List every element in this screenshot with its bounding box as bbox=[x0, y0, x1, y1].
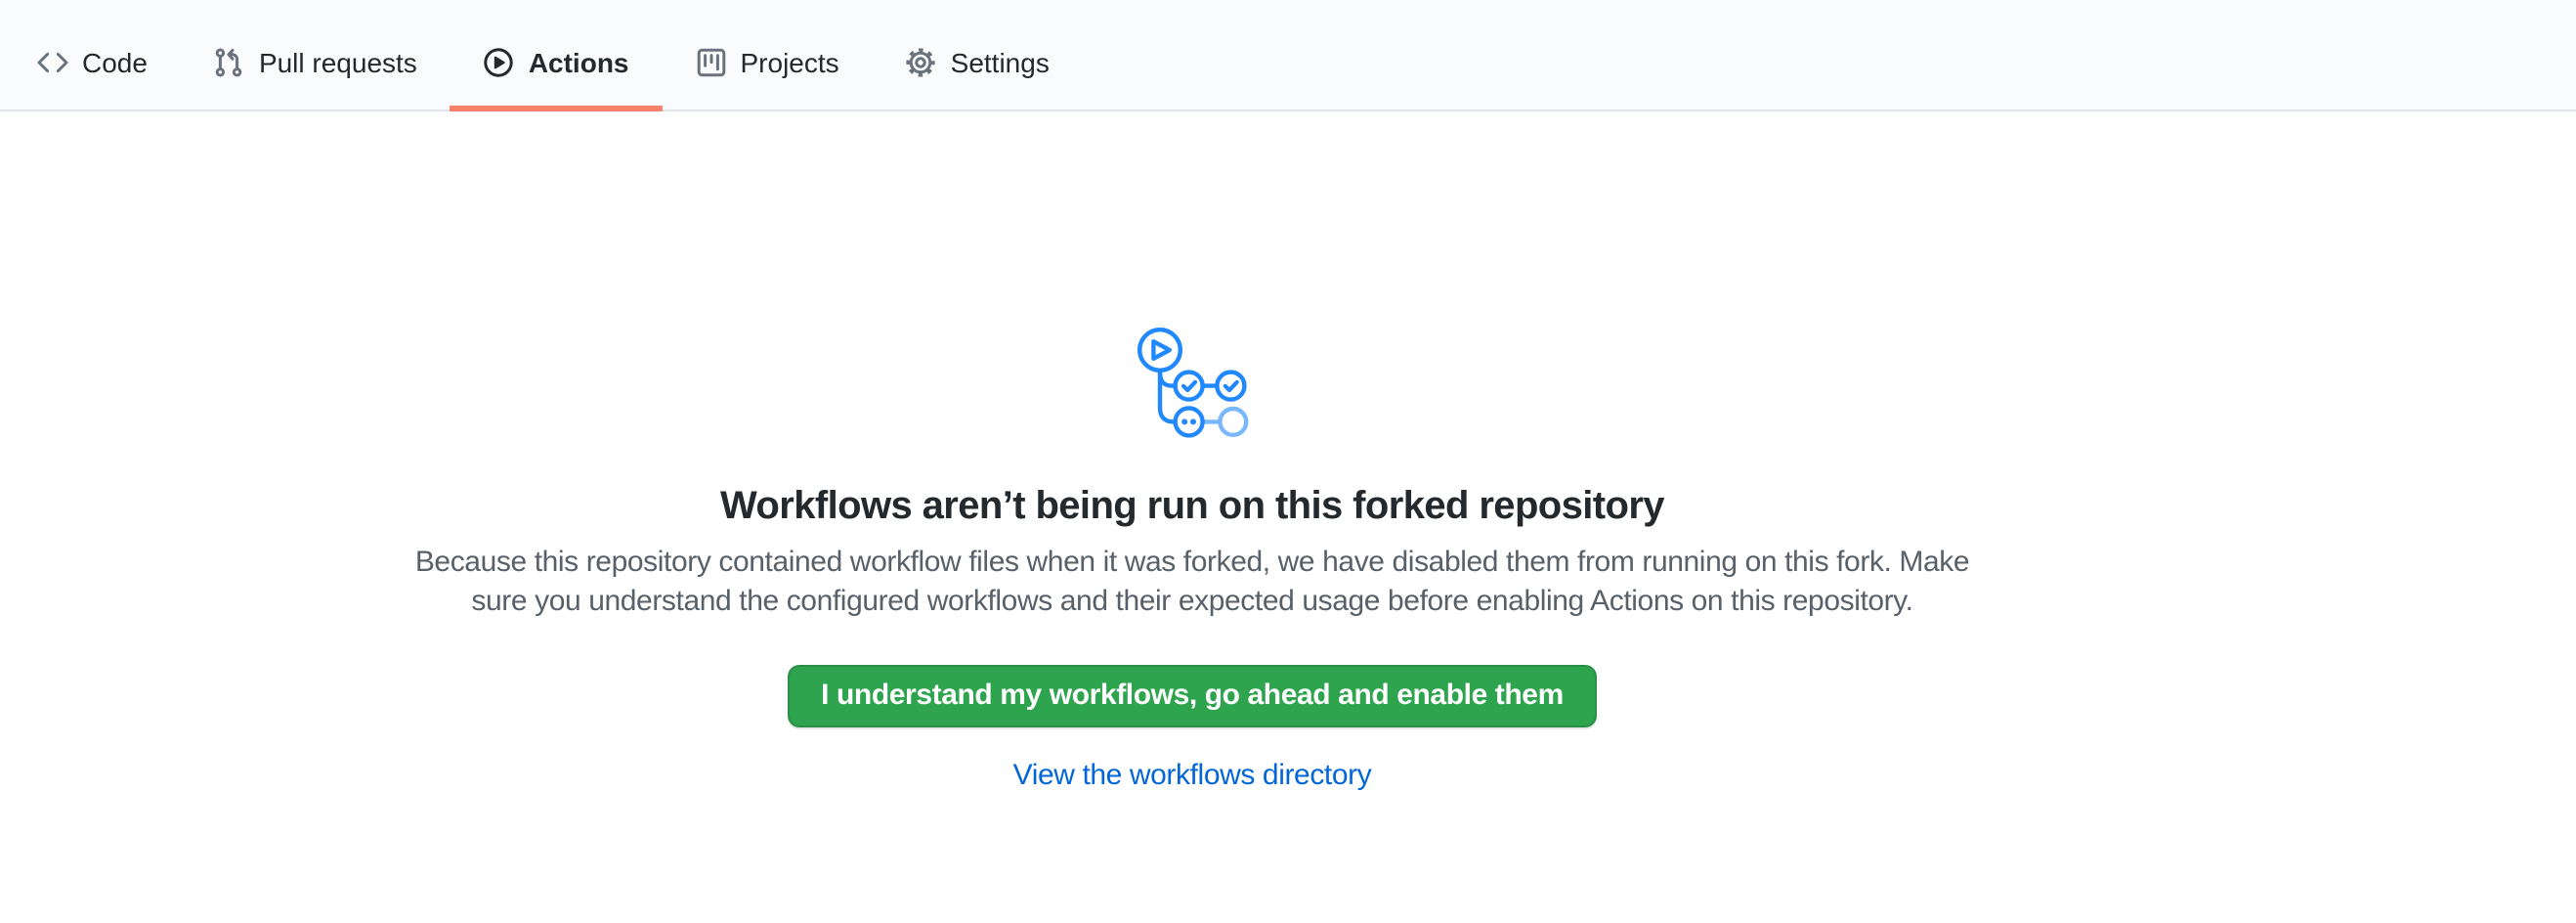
workflows-directory-link[interactable]: View the workflows directory bbox=[1013, 759, 1372, 792]
tab-label: Projects bbox=[741, 42, 839, 81]
page-title: Workflows aren’t being run on this forke… bbox=[0, 477, 2384, 536]
tab-code[interactable]: Code bbox=[4, 14, 181, 110]
tab-label: Code bbox=[82, 42, 148, 81]
code-icon bbox=[37, 46, 68, 77]
project-board-icon bbox=[696, 46, 727, 77]
tab-label: Actions bbox=[529, 42, 629, 81]
enable-workflows-button[interactable]: I understand my workflows, go ahead and … bbox=[788, 665, 1597, 727]
play-circle-icon bbox=[484, 46, 515, 77]
git-pull-request-icon bbox=[214, 46, 245, 77]
tab-projects[interactable]: Projects bbox=[663, 14, 873, 110]
workflow-graph-icon bbox=[1136, 327, 1249, 440]
actions-disabled-blankslate: Workflows aren’t being run on this forke… bbox=[0, 111, 2384, 796]
description-line-1: Because this repository contained workfl… bbox=[415, 546, 1969, 579]
github-actions-page: Code Pull requests Actions Projects Settings… bbox=[0, 0, 2576, 923]
tab-label: Settings bbox=[951, 42, 1050, 81]
tab-pull-requests[interactable]: Pull requests bbox=[181, 14, 451, 110]
description-line-2: sure you understand the configured workf… bbox=[471, 585, 1912, 618]
tab-settings[interactable]: Settings bbox=[873, 14, 1083, 110]
tab-label: Pull requests bbox=[259, 42, 417, 81]
link-row: View the workflows directory bbox=[0, 757, 2384, 796]
gear-icon bbox=[906, 46, 937, 77]
blankslate-description: Because this repository contained workfl… bbox=[0, 544, 2384, 622]
repo-tab-bar: Code Pull requests Actions Projects Settings bbox=[0, 0, 2576, 111]
tab-actions[interactable]: Actions bbox=[451, 14, 663, 110]
